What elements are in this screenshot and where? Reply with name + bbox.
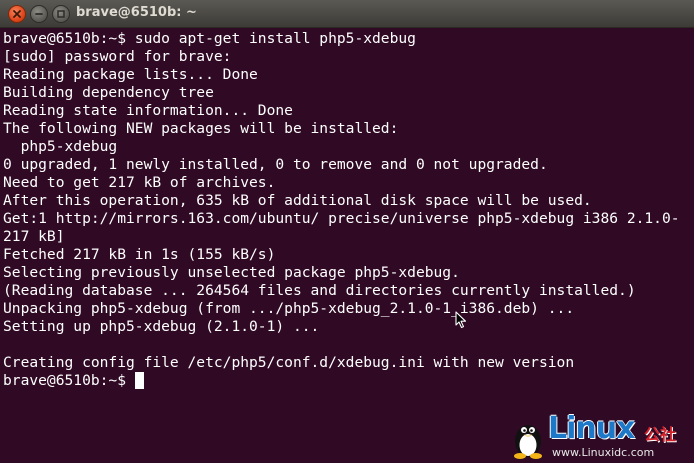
mouse-pointer-icon [455,311,467,329]
terminal-line: brave@6510b:~$ sudo apt-get install php5… [3,30,416,47]
terminal-line: Reading state information... Done [3,102,293,119]
terminal-line: (Reading database ... 264564 files and d… [3,282,636,299]
window-controls [8,5,70,23]
maximize-button[interactable] [52,5,70,23]
terminal-window: brave@6510b: ~ brave@6510b:~$ sudo apt-g… [0,0,694,463]
tux-penguin-icon [514,425,542,459]
title-bar[interactable]: brave@6510b: ~ [0,0,694,28]
watermark-brand-cn: 公社 [644,425,677,444]
window-title: brave@6510b: ~ [76,5,197,20]
terminal-line: Fetched 217 kB in 1s (155 kB/s) [3,246,276,263]
minimize-icon [35,13,43,15]
terminal-line: Unpacking php5-xdebug (from .../php5-xde… [3,300,575,317]
close-icon [13,10,21,18]
terminal-line: Building dependency tree [3,84,214,101]
minimize-button[interactable] [30,5,48,23]
terminal-line: Setting up php5-xdebug (2.1.0-1) ... [3,318,320,335]
terminal-line: [sudo] password for brave: [3,48,232,65]
terminal-line: Get:1 http://mirrors.163.com/ubuntu/ pre… [3,210,680,227]
watermark: Linux 公社 www.Linuxidc.com [508,411,690,461]
terminal-line: Creating config file /etc/php5/conf.d/xd… [3,354,575,371]
maximize-icon [57,10,65,18]
terminal-line: 0 upgraded, 1 newly installed, 0 to remo… [3,156,548,173]
text-cursor [134,372,144,389]
terminal-line: Need to get 217 kB of archives. [3,174,276,191]
terminal-line: Selecting previously unselected package … [3,264,460,281]
watermark-url: www.Linuxidc.com [552,446,655,459]
close-button[interactable] [8,5,26,23]
terminal-prompt-line[interactable]: brave@6510b:~$ [3,372,693,390]
terminal-line: Reading package lists... Done [3,66,258,83]
terminal-line: php5-xdebug [3,138,118,155]
terminal-line: The following NEW packages will be insta… [3,120,399,137]
terminal-line: 217 kB] [3,228,65,245]
terminal-line: After this operation, 635 kB of addition… [3,192,592,209]
shell-prompt: brave@6510b:~$ [3,372,135,389]
terminal-output[interactable]: brave@6510b:~$ sudo apt-get install php5… [3,30,693,462]
watermark-brand: Linux [548,411,635,446]
